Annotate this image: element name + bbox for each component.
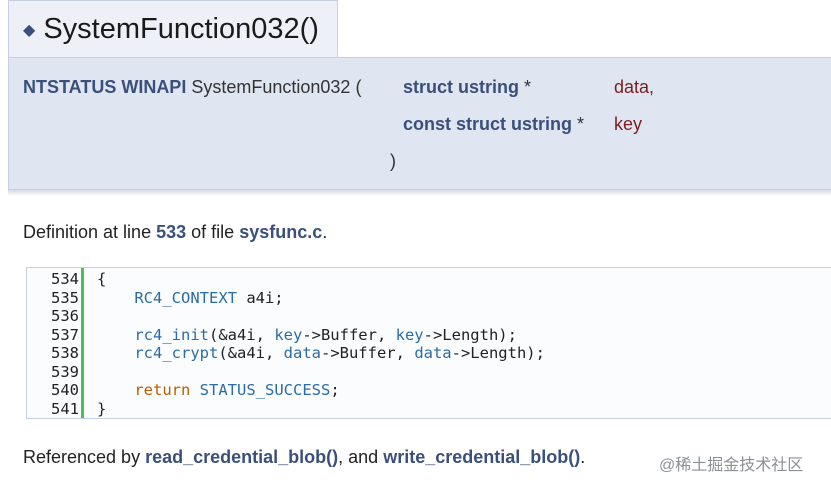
line-number-link[interactable]: 540	[27, 381, 79, 400]
ref-write-credential-blob-link[interactable]: write_credential_blob()	[383, 447, 580, 467]
function-name: SystemFunction032	[191, 77, 351, 97]
code-line: 541}	[27, 400, 106, 419]
member-title: SystemFunction032()	[43, 13, 319, 45]
code-text: return STATUS_SUCCESS;	[134, 381, 340, 399]
line-number-link[interactable]: 538	[27, 344, 79, 363]
close-paren: )	[390, 151, 396, 171]
param1-name: data,	[614, 77, 655, 97]
code-line: 536	[27, 307, 79, 326]
return-type: NTSTATUS WINAPI	[23, 77, 187, 97]
definition-line-link[interactable]: 533	[156, 222, 186, 242]
definition-file-link[interactable]: sysfunc.c	[239, 222, 322, 242]
code-line: 535 RC4_CONTEXT a4i;	[27, 289, 284, 308]
code-text: {	[97, 270, 107, 288]
referenced-by: Referenced by read_credential_blob(), an…	[23, 447, 586, 467]
code-line: 538 rc4_crypt(&a4i, data->Buffer, data->…	[27, 344, 545, 363]
param2-pointer: *	[577, 114, 585, 134]
code-line: 540 return STATUS_SUCCESS;	[27, 381, 340, 400]
member-prototype: NTSTATUS WINAPI SystemFunction032 ( stru…	[8, 57, 831, 190]
param1-type: struct ustring	[403, 77, 520, 97]
line-number-link[interactable]: 535	[27, 289, 79, 308]
code-line: 534 {	[27, 270, 106, 289]
param1-pointer: *	[524, 77, 532, 97]
definition-line: Definition at line 533 of file sysfunc.c…	[23, 222, 328, 242]
line-number-link[interactable]: 541	[27, 400, 79, 419]
watermark: @稀土掘金技术社区	[659, 457, 804, 474]
open-paren: (	[355, 77, 362, 97]
code-text: }	[97, 399, 107, 418]
ref-read-credential-blob-link[interactable]: read_credential_blob()	[145, 447, 338, 467]
line-number-link[interactable]: 534	[27, 270, 79, 289]
prototype-shadow	[8, 190, 831, 196]
code-text: rc4_crypt(&a4i, data->Buffer, data->Leng…	[134, 344, 545, 362]
line-number-link[interactable]: 536	[27, 307, 79, 326]
code-fragment: 534{535 RC4_CONTEXT a4i; 536 537 rc4_init(…	[26, 267, 831, 419]
member-title-tab: ◆ SystemFunction032()	[8, 0, 338, 58]
code-text: RC4_CONTEXT a4i;	[134, 288, 284, 307]
line-number-link[interactable]: 539	[27, 363, 79, 382]
code-text: rc4_init(&a4i, key->Buffer, key->Length)…	[134, 325, 517, 344]
code-line: 537 rc4_init(&a4i, key->Buffer, key->Len…	[27, 326, 517, 345]
code-line: 539	[27, 363, 79, 382]
diamond-icon: ◆	[23, 21, 36, 39]
param2-name: key	[614, 114, 643, 134]
param2-type: const struct ustring	[403, 114, 573, 134]
line-number-link[interactable]: 537	[27, 326, 79, 345]
